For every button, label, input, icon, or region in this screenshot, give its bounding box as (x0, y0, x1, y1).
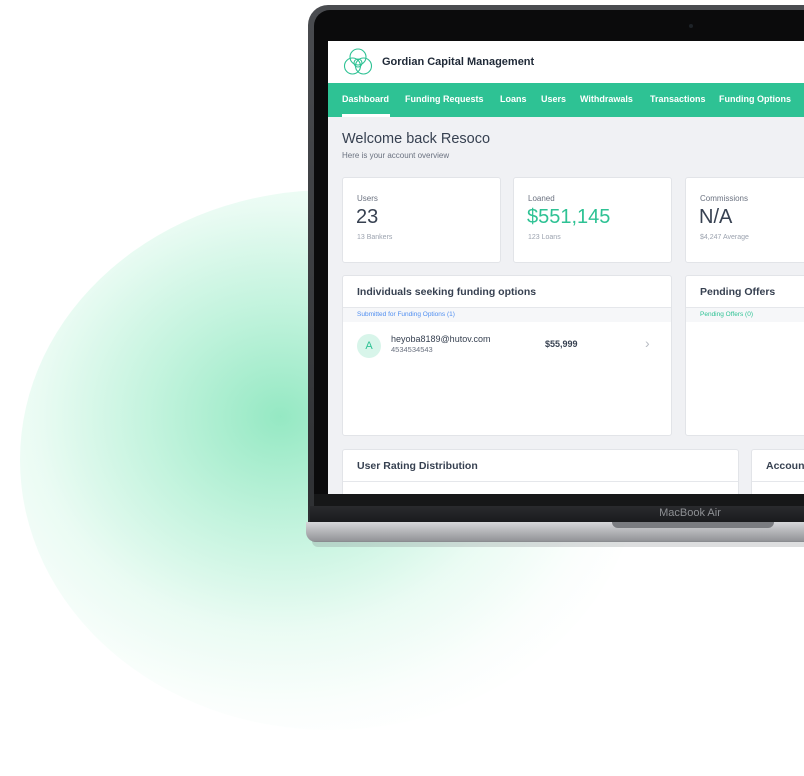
panel-title: Pending Offers (700, 286, 776, 298)
stat-sub: $4,247 Average (700, 234, 749, 241)
panel-title: Accoun (766, 460, 804, 472)
stat-sub: 13 Bankers (357, 234, 393, 241)
stat-sub: 123 Loans (528, 234, 561, 241)
panel-title: User Rating Distribution (357, 460, 478, 472)
account-panel: Accoun (751, 449, 804, 494)
row-email: heyoba8189@hutov.com (391, 334, 491, 344)
active-tab-indicator (342, 114, 390, 117)
nav-item-withdrawals[interactable]: Withdrawals (580, 94, 633, 104)
stat-value: N/A (699, 206, 733, 228)
stage: Gordian Capital Management Dashboard Fun… (0, 0, 804, 776)
stat-card-users: Users 23 13 Bankers (342, 177, 501, 263)
stat-label: Loaned (528, 194, 555, 203)
laptop-shadow (312, 541, 804, 547)
camera-icon (689, 24, 693, 28)
stat-card-loaned: Loaned $551,145 123 Loans (513, 177, 672, 263)
panel-subtitle[interactable]: Pending Offers (0) (700, 311, 753, 318)
laptop-screen: Gordian Capital Management Dashboard Fun… (328, 41, 804, 494)
funding-options-panel: Individuals seeking funding options Subm… (342, 275, 672, 436)
panel-title: Individuals seeking funding options (357, 286, 537, 298)
avatar: A (357, 334, 381, 358)
stat-value: $551,145 (527, 206, 611, 228)
user-rating-panel: User Rating Distribution (342, 449, 739, 494)
nav-item-funding-options[interactable]: Funding Options (719, 94, 791, 104)
pending-offers-panel: Pending Offers Pending Offers (0) (685, 275, 804, 436)
nav-item-dashboard[interactable]: Dashboard (342, 94, 389, 104)
stat-label: Commissions (700, 194, 749, 203)
app-title: Gordian Capital Management (382, 56, 535, 68)
page-subtitle: Here is your account overview (342, 151, 450, 160)
nav-item-funding-requests[interactable]: Funding Requests (405, 94, 484, 104)
laptop-notch (612, 522, 774, 528)
stat-value: 23 (356, 206, 379, 228)
panel-subtitle[interactable]: Submitted for Funding Options (1) (357, 311, 455, 318)
row-amount: $55,999 (545, 339, 578, 349)
page-title: Welcome back Resoco (342, 131, 491, 147)
panel-subheader: Pending Offers (0) (686, 308, 804, 322)
panel-subheader: Submitted for Funding Options (1) (343, 308, 671, 322)
device-label: MacBook Air (659, 507, 721, 519)
logo-icon (343, 48, 373, 75)
nav-item-loans[interactable]: Loans (500, 94, 527, 104)
laptop-hinge (314, 494, 804, 506)
divider (752, 481, 804, 482)
main-nav: Dashboard Funding Requests Loans Users W… (328, 83, 804, 117)
nav-item-users[interactable]: Users (541, 94, 566, 104)
nav-item-transactions[interactable]: Transactions (650, 94, 706, 104)
stat-label: Users (357, 194, 378, 203)
app-header: Gordian Capital Management (328, 41, 804, 83)
row-phone: 4534534543 (391, 345, 433, 354)
stat-card-commissions: Commissions N/A $4,247 Average (685, 177, 804, 263)
chevron-right-icon[interactable]: › (645, 335, 650, 351)
divider (343, 481, 738, 482)
